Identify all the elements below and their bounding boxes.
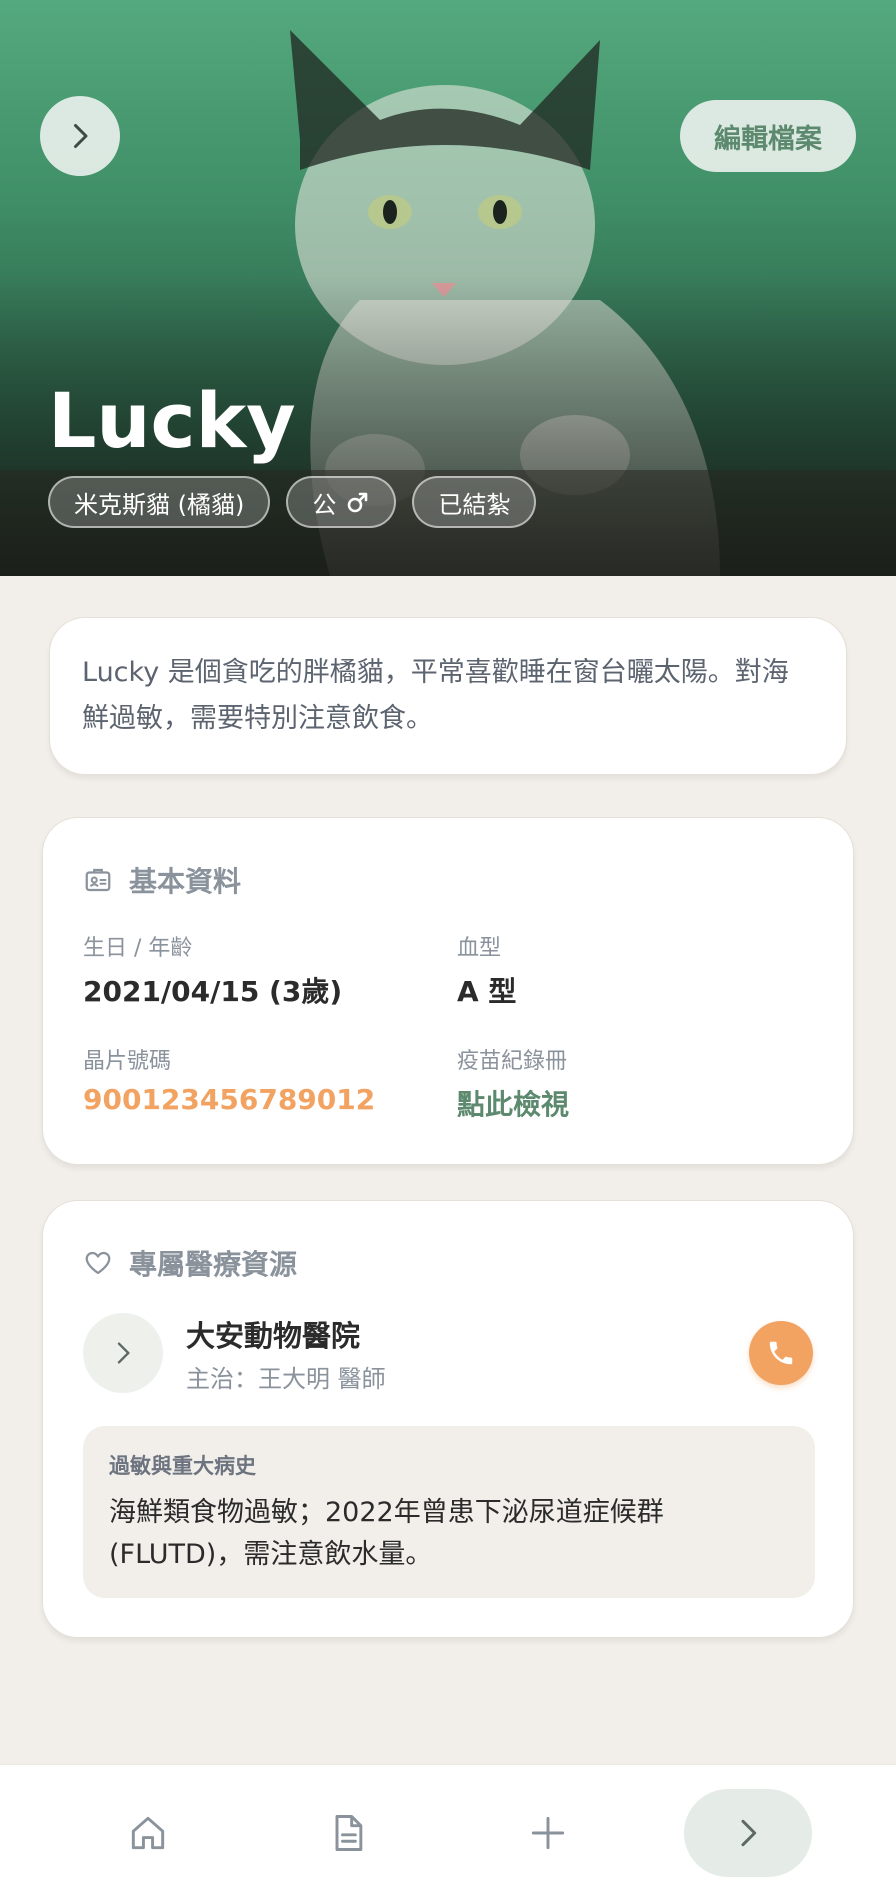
vaccine-record-label: 疫苗紀錄冊 (457, 1049, 568, 1074)
chevron-right-icon (741, 1819, 757, 1847)
blood-type-label: 血型 (457, 936, 502, 961)
birthday-value: 2021/04/15 (3歲) (83, 975, 343, 1008)
basic-info-card: 基本資料 生日 / 年齡 2021/04/15 (3歲) 血型 A 型 晶片號碼… (42, 817, 854, 1165)
medical-history-text: 海鮮類食物過敏；2022年曾患下泌尿道症候群 (FLUTD)，需注意飲水量。 (109, 1497, 664, 1570)
chip-number-label: 晶片號碼 (83, 1049, 172, 1074)
medical-resources-title: 專屬醫療資源 (83, 1243, 297, 1283)
vet-clinic-name: 大安動物醫院 (186, 1319, 361, 1353)
medical-history-label: 過敏與重大病史 (109, 1454, 256, 1478)
pet-tags: 米克斯貓 (橘貓) 公 已結紮 (48, 476, 537, 528)
chevron-right-icon (74, 124, 88, 148)
id-card-icon (85, 868, 111, 892)
medical-history-box: 過敏與重大病史 海鮮類食物過敏；2022年曾患下泌尿道症候群 (FLUTD)，需… (83, 1426, 815, 1598)
description-card: Lucky 是個貪吃的胖橘貓，平常喜歡睡在窗台曬太陽。對海鮮過敏，需要特別注意飲… (49, 617, 847, 775)
plus-icon (531, 1816, 565, 1850)
document-icon (335, 1815, 363, 1851)
vet-detail-button[interactable] (83, 1313, 163, 1393)
phone-icon (769, 1341, 793, 1365)
vaccine-record-link[interactable]: 點此檢視 (457, 1083, 569, 1123)
gender-tag: 公 (286, 476, 397, 528)
nav-add[interactable] (504, 1789, 592, 1877)
bottom-navigation (0, 1764, 896, 1900)
vet-doctor-name: 主治：王大明 醫師 (186, 1365, 386, 1393)
blood-type-value: A 型 (457, 975, 517, 1008)
nav-records[interactable] (304, 1789, 392, 1877)
basic-info-title: 基本資料 (83, 860, 241, 900)
neutered-tag: 已結紮 (412, 476, 537, 528)
birthday-label: 生日 / 年齡 (83, 936, 193, 961)
hero-header: 編輯檔案 Lucky 米克斯貓 (橘貓) 公 已結紮 (0, 0, 896, 576)
nav-next[interactable] (684, 1789, 812, 1877)
edit-profile-button[interactable]: 編輯檔案 (680, 100, 856, 172)
back-button[interactable] (40, 96, 120, 176)
chip-number-value: 900123456789012 (83, 1083, 376, 1116)
breed-tag: 米克斯貓 (橘貓) (48, 476, 271, 528)
pet-name: Lucky (48, 376, 296, 465)
call-vet-button[interactable] (749, 1321, 813, 1385)
home-icon (131, 1816, 165, 1850)
medical-resources-card: 專屬醫療資源 大安動物醫院 主治：王大明 醫師 過敏與重大病史 海鮮類食物過敏；… (42, 1200, 854, 1638)
male-icon (348, 492, 368, 513)
nav-home[interactable] (104, 1789, 192, 1877)
pet-description: Lucky 是個貪吃的胖橘貓，平常喜歡睡在窗台曬太陽。對海鮮過敏，需要特別注意飲… (82, 657, 789, 734)
heart-icon (85, 1251, 111, 1275)
chevron-right-icon (117, 1342, 130, 1364)
